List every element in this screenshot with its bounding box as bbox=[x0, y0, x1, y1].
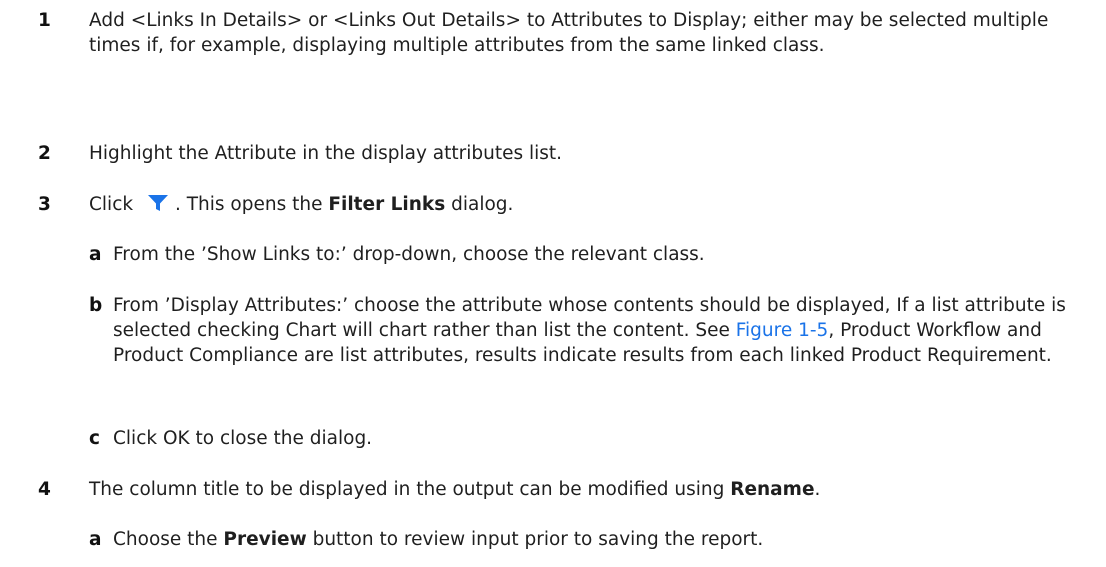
step-number: 3 bbox=[38, 194, 51, 215]
step-text-after: . bbox=[814, 479, 821, 500]
step-text-suffix: dialog. bbox=[445, 194, 514, 215]
step-text: The column title to be displayed in the … bbox=[89, 477, 1066, 502]
step-text: Add <Links In Details> or <Links Out Det… bbox=[89, 10, 1049, 56]
substep-letter: c bbox=[89, 428, 100, 449]
substep-text-after: button to review input prior to saving t… bbox=[306, 529, 764, 550]
step-number: 4 bbox=[38, 479, 51, 500]
step-text-prefix: Click bbox=[89, 194, 134, 215]
step-number: 2 bbox=[38, 143, 51, 164]
rename-label: Rename bbox=[730, 479, 815, 500]
substep-letter: a bbox=[89, 244, 102, 265]
figure-link[interactable]: Figure 1-5 bbox=[736, 320, 829, 341]
step-text: Highlight the Attribute in the display a… bbox=[89, 143, 563, 164]
filter-links-label: Filter Links bbox=[328, 194, 446, 215]
substep-letter: a bbox=[89, 529, 102, 550]
step-text-middle: . This opens the bbox=[174, 194, 329, 215]
filter-icon bbox=[147, 195, 168, 211]
substep-letter: b bbox=[89, 295, 103, 316]
substep-text: From the ’Show Links to:’ drop-down, cho… bbox=[113, 244, 705, 265]
step-number: 1 bbox=[38, 10, 51, 31]
step-text-before: The column title to be displayed in the … bbox=[89, 479, 731, 500]
step-text: Click . This opens the Filter Links dial… bbox=[89, 192, 1066, 217]
substep-text: Click OK to close the dialog. bbox=[113, 428, 373, 449]
substep-text: From ’Display Attributes:’ choose the at… bbox=[113, 293, 1086, 368]
substep-text: Choose the Preview button to review inpu… bbox=[113, 527, 1086, 552]
substep-text-before: Choose the bbox=[113, 529, 224, 550]
document-page: 1 Add <Links In Details> or <Links Out D… bbox=[0, 0, 1106, 567]
preview-label: Preview bbox=[223, 529, 307, 550]
